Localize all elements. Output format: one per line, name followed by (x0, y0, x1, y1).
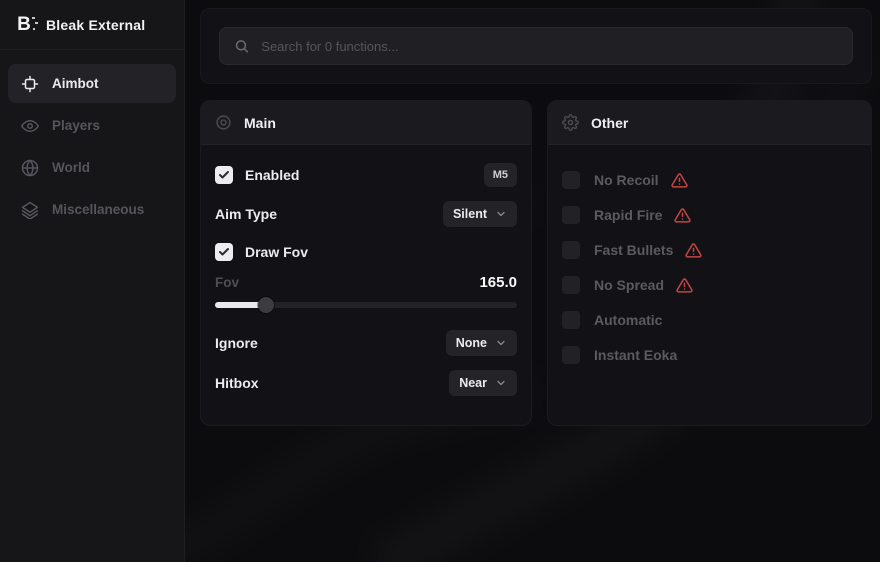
aim-type-row: Aim Type Silent (215, 201, 517, 227)
logo-letter: B (17, 15, 31, 34)
enabled-row: Enabled M5 (215, 163, 517, 187)
fast-bullets-checkbox[interactable] (562, 241, 580, 259)
panel-title: Other (591, 115, 628, 131)
warning-triangle-icon (685, 242, 702, 259)
app-title: Bleak External (46, 17, 145, 33)
aim-type-value: Silent (453, 207, 487, 221)
ignore-label: Ignore (215, 335, 258, 351)
sidebar-item-label: World (52, 160, 90, 175)
ignore-value: None (456, 336, 487, 350)
layers-icon (21, 201, 39, 219)
check-icon (218, 169, 230, 181)
panel-other: Other No Recoil Rapid Fire (547, 100, 872, 426)
enabled-toggle[interactable]: Enabled (215, 166, 299, 184)
search-box[interactable] (219, 27, 853, 65)
target-icon (215, 114, 232, 131)
enabled-label: Enabled (245, 167, 299, 183)
sidebar-item-aimbot[interactable]: Aimbot (8, 64, 176, 103)
keybind-badge[interactable]: M5 (484, 163, 517, 187)
panels-row: Main Enabled M5 Aim Type (200, 100, 872, 426)
main-content: Main Enabled M5 Aim Type (185, 0, 880, 562)
warning-triangle-icon (676, 277, 693, 294)
panel-main-body: Enabled M5 Aim Type Silent (201, 145, 531, 421)
rapid-fire-label: Rapid Fire (594, 207, 662, 223)
hitbox-row: Hitbox Near (215, 370, 517, 396)
no-recoil-checkbox[interactable] (562, 171, 580, 189)
sidebar-item-label: Players (52, 118, 100, 133)
ignore-row: Ignore None (215, 330, 517, 356)
panel-other-header: Other (548, 101, 871, 145)
draw-fov-row[interactable]: Draw Fov (215, 243, 517, 261)
no-spread-row[interactable]: No Spread (562, 274, 857, 296)
aim-type-label: Aim Type (215, 206, 277, 222)
hitbox-label: Hitbox (215, 375, 259, 391)
hitbox-dropdown[interactable]: Near (449, 370, 517, 396)
crosshair-icon (21, 75, 39, 93)
fast-bullets-label: Fast Bullets (594, 242, 673, 258)
sidebar-nav: Aimbot Players World Miscellaneous (0, 50, 184, 243)
chevron-down-icon (495, 337, 507, 349)
hitbox-value: Near (459, 376, 487, 390)
draw-fov-checkbox[interactable] (215, 243, 233, 261)
panel-main-header: Main (201, 101, 531, 145)
sidebar-item-world[interactable]: World (8, 148, 176, 187)
no-recoil-label: No Recoil (594, 172, 659, 188)
draw-fov-label: Draw Fov (245, 244, 308, 260)
panel-main: Main Enabled M5 Aim Type (200, 100, 532, 426)
warning-triangle-icon (674, 207, 691, 224)
rapid-fire-row[interactable]: Rapid Fire (562, 204, 857, 226)
search-icon (234, 38, 249, 54)
aim-type-dropdown[interactable]: Silent (443, 201, 517, 227)
fov-row: Fov 165.0 (215, 274, 517, 291)
ignore-dropdown[interactable]: None (446, 330, 517, 356)
automatic-label: Automatic (594, 312, 662, 328)
sidebar-item-miscellaneous[interactable]: Miscellaneous (8, 190, 176, 229)
instant-eoka-row[interactable]: Instant Eoka (562, 344, 857, 366)
chevron-down-icon (495, 377, 507, 389)
search-section (200, 8, 872, 84)
fov-value: 165.0 (479, 274, 517, 291)
sidebar-item-players[interactable]: Players (8, 106, 176, 145)
automatic-row[interactable]: Automatic (562, 309, 857, 331)
fov-slider[interactable] (215, 297, 517, 313)
fast-bullets-row[interactable]: Fast Bullets (562, 239, 857, 261)
globe-icon (21, 159, 39, 177)
check-icon (218, 246, 230, 258)
sidebar-item-label: Aimbot (52, 76, 99, 91)
warning-triangle-icon (671, 172, 688, 189)
logo-glitch-pixels (32, 16, 38, 32)
eye-icon (21, 117, 39, 135)
no-spread-checkbox[interactable] (562, 276, 580, 294)
gear-icon (562, 114, 579, 131)
no-recoil-row[interactable]: No Recoil (562, 169, 857, 191)
instant-eoka-label: Instant Eoka (594, 347, 677, 363)
enabled-checkbox[interactable] (215, 166, 233, 184)
no-spread-label: No Spread (594, 277, 664, 293)
chevron-down-icon (495, 208, 507, 220)
app-logo-icon: B (13, 14, 35, 36)
panel-other-body: No Recoil Rapid Fire (548, 145, 871, 390)
rapid-fire-checkbox[interactable] (562, 206, 580, 224)
search-input[interactable] (261, 39, 838, 54)
fov-label: Fov (215, 275, 239, 290)
automatic-checkbox[interactable] (562, 311, 580, 329)
instant-eoka-checkbox[interactable] (562, 346, 580, 364)
sidebar-item-label: Miscellaneous (52, 202, 144, 217)
app-header: B Bleak External (0, 0, 184, 50)
sidebar: B Bleak External Aimbot Players World (0, 0, 185, 562)
panel-title: Main (244, 115, 276, 131)
fov-slider-handle[interactable] (258, 297, 274, 313)
